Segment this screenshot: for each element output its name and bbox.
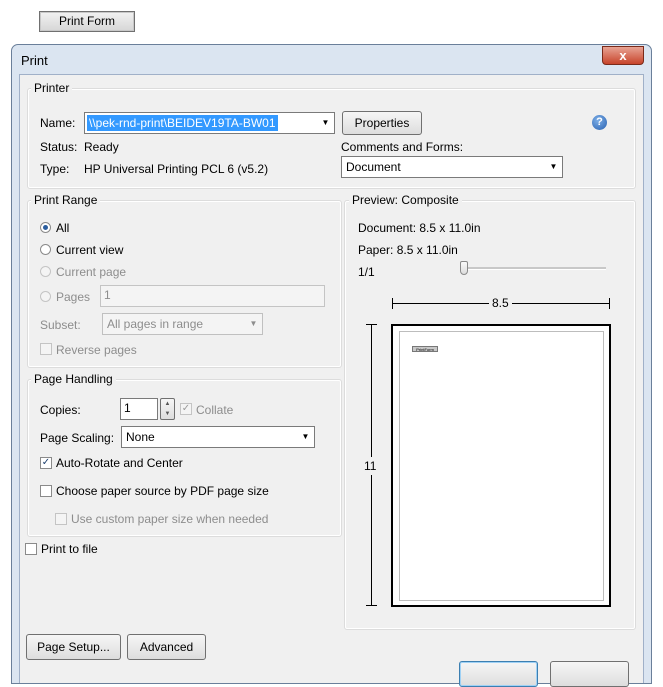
collate-label: Collate <box>196 403 234 417</box>
type-label: Type: <box>40 162 70 176</box>
preview-document-size: Document: 8.5 x 11.0in <box>358 221 481 235</box>
help-icon[interactable]: ? <box>592 115 607 130</box>
subset-value: All pages in range <box>107 317 204 331</box>
page-handling-group-title: Page Handling <box>31 372 116 386</box>
printer-group-title: Printer <box>31 81 73 95</box>
reverse-pages-checkbox[interactable] <box>40 343 52 355</box>
collate-checkbox[interactable]: ✓ <box>180 403 192 415</box>
pages-label: Pages <box>56 290 91 304</box>
comments-forms-label: Comments and Forms: <box>341 140 464 154</box>
print-dialog: Print x Printer Name: \\pek-rnd-print\BE… <box>11 44 652 687</box>
pages-input[interactable]: 1 <box>100 285 325 307</box>
auto-rotate-label: Auto-Rotate and Center <box>56 456 183 470</box>
preview-print-form-thumbnail: PrintForm <box>412 346 438 352</box>
width-dimension-left-tick <box>392 298 393 309</box>
paper-source-label: Choose paper source by PDF page size <box>56 484 269 498</box>
auto-rotate-checkbox[interactable]: ✓ <box>40 457 52 469</box>
advanced-button[interactable]: Advanced <box>127 634 206 660</box>
cancel-button[interactable] <box>550 661 629 687</box>
chevron-down-icon: ▼ <box>301 432 310 441</box>
reverse-pages-label: Reverse pages <box>56 343 137 357</box>
print-to-file-checkbox[interactable] <box>25 543 37 555</box>
copies-stepper[interactable]: ▲ ▼ <box>160 398 175 420</box>
copies-label: Copies: <box>40 403 81 417</box>
current-view-radio[interactable] <box>40 244 51 255</box>
subset-select[interactable]: All pages in range ▼ <box>102 313 263 335</box>
printer-name-label: Name: <box>40 116 76 130</box>
width-dimension-label: 8.5 <box>489 296 512 310</box>
preview-page-slider-thumb[interactable] <box>460 261 468 275</box>
type-value: HP Universal Printing PCL 6 (v5.2) <box>84 162 269 176</box>
current-page-label: Current page <box>56 265 127 279</box>
preview-group-title: Preview: Composite <box>349 193 462 207</box>
width-dimension-right-tick <box>609 298 610 309</box>
custom-paper-label: Use custom paper size when needed <box>71 512 269 526</box>
print-form-button[interactable]: Print Form <box>39 11 135 32</box>
preview-paper-size: Paper: 8.5 x 11.0in <box>358 243 458 257</box>
chevron-down-icon: ▼ <box>549 162 558 171</box>
chevron-down-icon: ▼ <box>321 118 330 127</box>
preview-page-counter: 1/1 <box>358 265 375 279</box>
printer-name-select[interactable]: \\pek-rnd-print\BEIDEV19TA-BW01 ▼ <box>84 112 335 134</box>
custom-paper-checkbox[interactable] <box>55 513 67 525</box>
page-scaling-select[interactable]: None ▼ <box>121 426 315 448</box>
all-radio[interactable] <box>40 222 51 233</box>
subset-label: Subset: <box>40 318 81 332</box>
close-button[interactable]: x <box>602 46 644 65</box>
comments-forms-value: Document <box>346 160 401 174</box>
print-range-group-title: Print Range <box>31 193 101 207</box>
current-view-label: Current view <box>56 243 124 257</box>
dialog-title: Print <box>21 53 48 68</box>
page-scaling-value: None <box>126 430 155 444</box>
print-to-file-label: Print to file <box>41 542 98 556</box>
height-dimension-label: 11 <box>364 457 377 475</box>
paper-preview-printable-area <box>399 331 604 601</box>
printer-name-value: \\pek-rnd-print\BEIDEV19TA-BW01 <box>87 115 278 131</box>
page-setup-button[interactable]: Page Setup... <box>26 634 121 660</box>
status-label: Status: <box>40 140 78 154</box>
properties-button[interactable]: Properties <box>342 111 422 135</box>
page-scaling-label: Page Scaling: <box>40 431 115 445</box>
chevron-down-icon: ▼ <box>249 319 258 328</box>
pages-radio[interactable] <box>40 291 51 302</box>
print-button[interactable] <box>459 661 538 687</box>
height-dimension-bottom-tick <box>366 605 377 606</box>
dialog-client: Printer Name: \\pek-rnd-print\BEIDEV19TA… <box>19 74 644 687</box>
paper-source-checkbox[interactable] <box>40 485 52 497</box>
height-dimension-top-tick <box>366 324 377 325</box>
comments-forms-select[interactable]: Document ▼ <box>341 156 563 178</box>
current-page-radio[interactable] <box>40 266 51 277</box>
copies-input[interactable]: 1 <box>120 398 158 420</box>
close-icon: x <box>619 48 627 63</box>
preview-page-slider-track[interactable] <box>463 267 606 270</box>
all-label: All <box>56 221 70 235</box>
status-value: Ready <box>84 140 119 154</box>
